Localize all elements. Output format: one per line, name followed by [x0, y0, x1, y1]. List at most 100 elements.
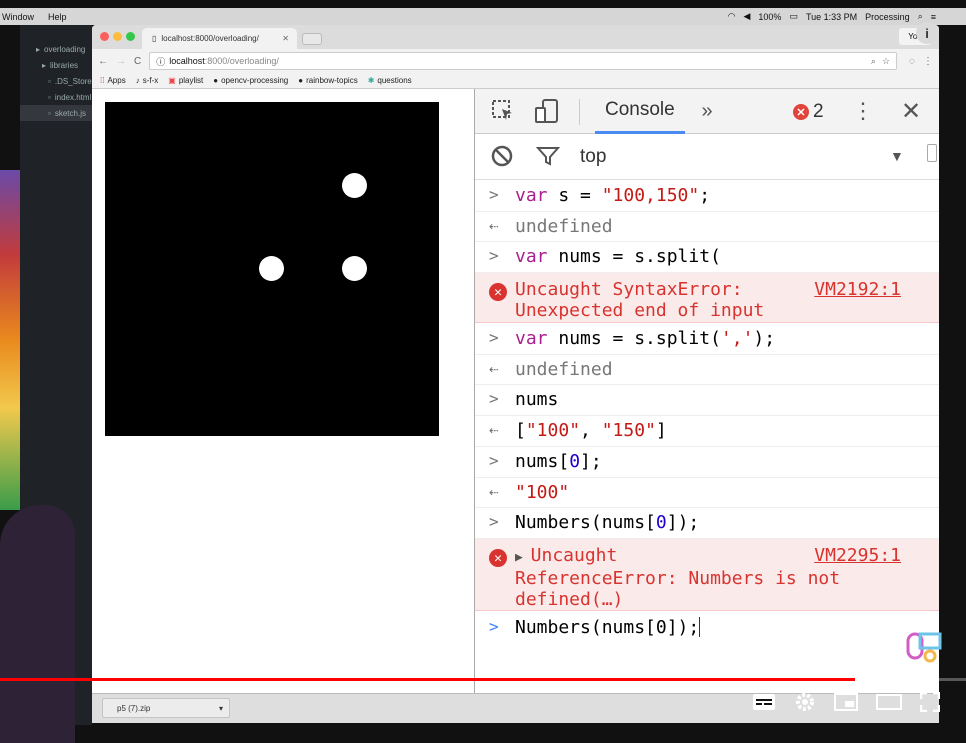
folder-item[interactable]: ▸ overloading — [20, 41, 92, 57]
bookmark-sfx[interactable]: ♪ s-f-x — [136, 76, 159, 85]
subtitles-icon[interactable] — [752, 693, 776, 716]
video-progress-fill — [0, 678, 855, 681]
file-icon: ▫ — [48, 108, 51, 118]
tab-console[interactable]: Console — [595, 89, 685, 134]
volume-icon: ◀ — [743, 11, 751, 21]
context-selector[interactable]: top — [580, 146, 606, 168]
toolbar-divider — [579, 99, 580, 125]
input-prompt-icon: > — [489, 451, 499, 470]
console-input-line: > var nums = s.split( — [475, 242, 939, 273]
clear-console-icon[interactable] — [491, 145, 513, 172]
colorful-poster — [0, 170, 20, 510]
video-progress-bar[interactable] — [0, 678, 966, 681]
folder-icon: ▸ — [42, 60, 47, 70]
device-toolbar-icon[interactable] — [533, 97, 561, 125]
mac-menubar: Window Help ◠ ◀ 100% ▭ Tue 1:33 PM Proce… — [0, 8, 966, 25]
input-prompt-icon: > — [489, 617, 499, 636]
forward-icon[interactable]: → — [116, 56, 126, 67]
error-icon: ✕ — [793, 104, 809, 120]
playlist-icon: ▣ — [168, 76, 176, 85]
apps-grid-icon: ⁞⁞ — [100, 76, 105, 85]
devtools-menu-icon[interactable]: ⋮ — [852, 97, 874, 125]
expand-triangle-icon[interactable]: ▶ — [515, 550, 531, 565]
bookmark-apps[interactable]: ⁞⁞ Apps — [100, 76, 126, 85]
chevron-down-icon[interactable]: ▾ — [219, 704, 223, 713]
input-prompt-icon: > — [489, 185, 499, 204]
inspect-element-icon[interactable] — [489, 97, 517, 125]
filter-icon[interactable] — [535, 146, 561, 171]
console-output-line: ⇠ "100" — [475, 478, 939, 508]
menubar-clock: Tue 1:33 PM — [805, 11, 858, 22]
info-icon[interactable]: i — [916, 22, 938, 44]
file-item[interactable]: ▫ index.html — [20, 89, 92, 105]
bookmark-questions[interactable]: ✱ questions — [368, 76, 412, 85]
console-input-line: > nums[0]; — [475, 447, 939, 478]
zoom-icon[interactable]: ⌕ — [871, 56, 876, 67]
devtools-panel: Console » ✕ 2 ⋮ ✕ top ▼ > var s = "100,1… — [474, 89, 939, 697]
devtools-toolbar: Console » ✕ 2 ⋮ ✕ — [475, 89, 939, 134]
browser-tab[interactable]: ▯ localhost:8000/overloading/ ✕ — [142, 28, 297, 49]
fullscreen-icon[interactable] — [919, 691, 941, 717]
info-icon[interactable]: ⓘ — [156, 55, 165, 68]
folder-item[interactable]: ▸ libraries — [20, 57, 92, 73]
input-prompt-icon: > — [489, 328, 499, 347]
spotlight-icon[interactable]: ⌕ — [918, 11, 923, 22]
close-window-button[interactable] — [100, 32, 109, 41]
console-input-line: > Numbers(nums[0]); — [475, 508, 939, 539]
video-frame: Window Help ◠ ◀ 100% ▭ Tue 1:33 PM Proce… — [0, 0, 966, 743]
dropdown-arrow-icon[interactable]: ▼ — [890, 148, 904, 164]
source-link[interactable]: VM2295:1 — [814, 545, 901, 566]
presenter — [0, 505, 75, 743]
music-note-icon: ♪ — [135, 76, 140, 85]
maximize-window-button[interactable] — [126, 32, 135, 41]
console-input-line: > nums — [475, 385, 939, 416]
miniplayer-icon[interactable] — [834, 692, 858, 716]
error-icon: ✕ — [489, 549, 507, 567]
input-prompt-icon: > — [489, 389, 499, 408]
close-devtools-icon[interactable]: ✕ — [899, 97, 923, 125]
file-icon: ▫ — [48, 92, 51, 102]
minimize-window-button[interactable] — [113, 32, 122, 41]
github-icon: ● — [298, 76, 304, 85]
menu-window[interactable]: Window — [2, 12, 34, 22]
channel-watermark-logo[interactable] — [904, 630, 944, 664]
menu-help[interactable]: Help — [48, 12, 67, 22]
menubar-app-name: Processing — [865, 11, 910, 22]
output-arrow-icon: ⇠ — [489, 482, 499, 501]
extension-icon[interactable]: ◌ — [909, 56, 915, 67]
bookmark-playlist[interactable]: ▣ playlist — [168, 76, 203, 85]
bookmark-star-icon[interactable]: ☆ — [882, 56, 890, 67]
bookmark-rainbow[interactable]: ● rainbow-topics — [298, 76, 357, 85]
settings-panel-toggle[interactable] — [927, 144, 937, 162]
error-count-badge[interactable]: ✕ 2 — [793, 101, 824, 123]
text-caret — [699, 617, 701, 637]
close-tab-icon[interactable]: ✕ — [282, 34, 289, 43]
output-arrow-icon: ⇠ — [489, 359, 499, 378]
download-item[interactable]: p5 (7).zip ▾ — [102, 698, 230, 718]
bookmark-opencv[interactable]: ● opencv-processing — [213, 76, 288, 85]
file-item[interactable]: ▫ .DS_Store — [20, 73, 92, 89]
source-link[interactable]: VM2192:1 — [814, 279, 901, 300]
list-icon[interactable]: ≡ — [931, 12, 936, 22]
settings-gear-icon[interactable] — [794, 691, 816, 718]
file-item[interactable]: ▫ sketch.js — [20, 105, 92, 121]
new-tab-button[interactable] — [302, 33, 322, 45]
url-input[interactable]: ⓘ localhost:8000/overloading/ ⌕ ☆ — [149, 52, 898, 70]
console-log: > var s = "100,150"; ⇠ undefined > var n… — [475, 180, 939, 645]
console-error-line: ✕ ▶ Uncaught ReferenceError: Numbers is … — [475, 539, 939, 611]
console-output-line: ⇠ undefined — [475, 212, 939, 242]
folder-icon: ▸ — [36, 44, 41, 54]
menu-dots-icon[interactable]: ⋮ — [923, 56, 933, 67]
console-prompt-line[interactable]: > Numbers(nums[0]); — [475, 611, 939, 645]
back-icon[interactable]: ← — [98, 56, 108, 67]
more-tabs-icon[interactable]: » — [697, 97, 717, 125]
console-output-line: ⇠ ["100", "150"] — [475, 416, 939, 447]
battery-icon: ▭ — [789, 11, 798, 21]
input-prompt-icon: > — [489, 246, 499, 265]
console-input[interactable]: Numbers(nums[0]); — [515, 617, 699, 638]
github-icon: ● — [213, 76, 219, 85]
theater-mode-icon[interactable] — [876, 693, 902, 715]
p5-canvas[interactable] — [105, 102, 439, 436]
browser-window: ▯ localhost:8000/overloading/ ✕ You ← → … — [92, 25, 939, 723]
reload-icon[interactable]: C — [134, 56, 141, 67]
